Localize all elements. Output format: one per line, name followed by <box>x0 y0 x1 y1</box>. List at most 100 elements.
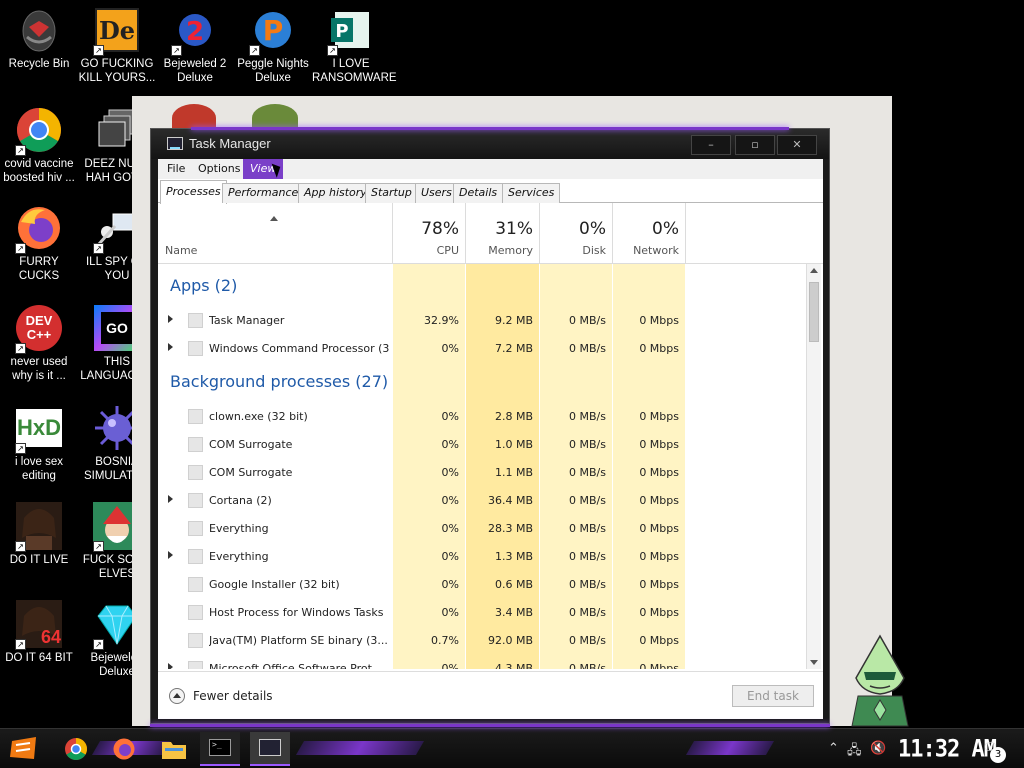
recycle-bin-icon <box>15 6 63 54</box>
column-header-disk[interactable]: 0% Disk <box>540 203 612 263</box>
desktop-icon-bejeweled-2[interactable]: 2 ↗ Bejeweled 2 Deluxe <box>156 6 234 85</box>
process-row[interactable]: Google Installer (32 bit) 0% 0.6 MB 0 MB/s 0… <box>158 570 806 598</box>
desktop-icon-hxd[interactable]: HxD ↗ i love sex editing <box>0 404 78 483</box>
process-row[interactable]: Java(TM) Platform SE binary (3... 0.7% 92.… <box>158 626 806 654</box>
desktop-icon-label: never used why is it ... <box>10 356 68 382</box>
process-row[interactable]: Task Manager 32.9% 9.2 MB 0 MB/s 0 Mbps <box>158 306 806 334</box>
taskbar-command-prompt[interactable]: >_ <box>200 732 240 766</box>
process-row[interactable]: Everything 0% 28.3 MB 0 MB/s 0 Mbps <box>158 514 806 542</box>
column-divider <box>685 203 686 263</box>
show-hidden-icons-icon[interactable]: ⌃ <box>828 741 839 756</box>
de-app-icon: De ↗ <box>93 6 141 56</box>
tab-services[interactable]: Services <box>502 183 561 203</box>
shortcut-arrow-icon: ↗ <box>93 541 104 552</box>
expand-arrow-icon[interactable] <box>168 343 173 351</box>
menu-options[interactable]: Options <box>191 159 247 179</box>
network-icon[interactable]: 🖧 <box>847 741 862 763</box>
svg-text:P: P <box>335 21 348 42</box>
process-row[interactable]: COM Surrogate 0% 1.1 MB 0 MB/s 0 Mbps <box>158 458 806 486</box>
scroll-up-icon[interactable] <box>810 268 818 273</box>
sort-ascending-icon <box>270 216 278 221</box>
process-net-value: 0 Mbps <box>639 494 679 507</box>
tab-details[interactable]: Details <box>453 183 504 203</box>
process-net-value: 0 Mbps <box>639 410 679 423</box>
desktop-icon-label: Recycle Bin <box>8 58 70 70</box>
desktop-icon-recycle-bin[interactable]: Recycle Bin <box>0 6 78 71</box>
footer-bar: Fewer details End task <box>158 671 823 719</box>
process-icon <box>188 549 203 564</box>
process-name: Microsoft Office Software Prot... <box>209 662 383 669</box>
shortcut-arrow-icon: ↗ <box>15 639 26 650</box>
expand-arrow-icon[interactable] <box>168 663 173 669</box>
collapse-icon[interactable] <box>169 688 185 704</box>
desktop-icon-label: GO FUCKING KILL YOURS... <box>78 58 156 84</box>
task-manager-window: Task Manager – ▫ ✕ File Options View Pro… <box>150 127 830 724</box>
expand-arrow-icon[interactable] <box>168 495 173 503</box>
scroll-thumb[interactable] <box>809 282 819 342</box>
vertical-scrollbar[interactable] <box>806 264 821 669</box>
cartoon-character-image <box>838 632 922 728</box>
process-row[interactable]: Cortana (2) 0% 36.4 MB 0 MB/s 0 Mbps <box>158 486 806 514</box>
taskbar-chrome-icon[interactable] <box>62 735 90 763</box>
desktop-icon-peggle-nights[interactable]: P ↗ Peggle Nights Deluxe <box>234 6 312 85</box>
desktop-icon-devcpp[interactable]: DEV C++ ↗ never used why is it ... <box>0 304 78 383</box>
desktop-icon-do-it-live[interactable]: ↗ DO IT LIVE <box>0 502 78 567</box>
taskbar-glow <box>150 724 830 727</box>
bejeweled-2-icon: 2 ↗ <box>171 6 219 56</box>
shortcut-arrow-icon: ↗ <box>15 343 26 354</box>
process-net-value: 0 Mbps <box>639 578 679 591</box>
desktop-icon-de[interactable]: De ↗ GO FUCKING KILL YOURS... <box>78 6 156 85</box>
fewer-details-link[interactable]: Fewer details <box>193 689 273 703</box>
process-row[interactable]: Host Process for Windows Tasks 0% 3.4 MB 0 … <box>158 598 806 626</box>
process-row[interactable]: Everything 0% 1.3 MB 0 MB/s 0 Mbps <box>158 542 806 570</box>
scroll-down-icon[interactable] <box>810 660 818 665</box>
command-prompt-icon: >_ <box>209 739 231 756</box>
portrait-64-icon: 64 ↗ <box>15 600 63 650</box>
end-task-button[interactable]: End task <box>732 685 814 707</box>
column-header-name[interactable]: Name <box>164 203 392 263</box>
tab-users[interactable]: Users <box>415 183 458 203</box>
process-icon <box>188 605 203 620</box>
taskbar-file-explorer-icon[interactable] <box>160 735 188 763</box>
process-row[interactable]: COM Surrogate 0% 1.0 MB 0 MB/s 0 Mbps <box>158 430 806 458</box>
desktop-icon-do-it-64[interactable]: 64 ↗ DO IT 64 BIT <box>0 600 78 665</box>
maximize-button[interactable]: ▫ <box>735 135 775 155</box>
column-header-memory[interactable]: 31% Memory <box>466 203 539 263</box>
desktop-icon-label: FURRY CUCKS <box>18 256 60 282</box>
tab-startup[interactable]: Startup <box>365 183 418 203</box>
memory-total: 31% <box>495 219 533 239</box>
volume-muted-icon[interactable]: 🔇 <box>870 741 886 756</box>
process-net-value: 0 Mbps <box>639 466 679 479</box>
shortcut-arrow-icon: ↗ <box>93 45 104 56</box>
start-button[interactable] <box>10 735 38 763</box>
desktop-icon-ransomware[interactable]: P ↗ I LOVE RANSOMWARE <box>312 6 397 85</box>
process-net-value: 0 Mbps <box>639 342 679 355</box>
taskbar-firefox-icon[interactable] <box>110 735 138 763</box>
process-icon <box>188 493 203 508</box>
column-header-network[interactable]: 0% Network <box>613 203 685 263</box>
desktop-icon-label: DO IT LIVE <box>9 554 69 566</box>
process-row[interactable]: Windows Command Processor (3) 0% 7.2 MB 0 M… <box>158 334 806 362</box>
close-button[interactable]: ✕ <box>777 135 817 155</box>
menu-file[interactable]: File <box>160 159 192 179</box>
expand-arrow-icon[interactable] <box>168 315 173 323</box>
tab-processes[interactable]: Processes <box>160 180 227 204</box>
process-name: Java(TM) Platform SE binary (3... <box>209 634 388 647</box>
network-total: 0% <box>652 219 679 239</box>
process-icon <box>188 661 203 669</box>
expand-arrow-icon[interactable] <box>168 551 173 559</box>
firefox-icon: ↗ <box>15 204 63 254</box>
process-row[interactable]: clown.exe (32 bit) 0% 2.8 MB 0 MB/s 0 Mbps <box>158 402 806 430</box>
tab-performance[interactable]: Performance <box>222 183 305 203</box>
shortcut-arrow-icon: ↗ <box>93 639 104 650</box>
process-icon <box>188 313 203 328</box>
process-row[interactable]: Microsoft Office Software Prot... 0% 4.3 M… <box>158 654 806 669</box>
minimize-button[interactable]: – <box>691 135 731 155</box>
desktop-icon-chrome[interactable]: ↗ covid vaccine boosted hiv ... <box>0 106 78 185</box>
column-header-cpu[interactable]: 78% CPU <box>393 203 465 263</box>
tab-app-history[interactable]: App history <box>298 183 373 203</box>
title-bar[interactable]: Task Manager – ▫ ✕ <box>151 127 829 159</box>
taskbar-task-manager[interactable] <box>250 732 290 766</box>
shortcut-arrow-icon: ↗ <box>15 145 26 156</box>
desktop-icon-firefox[interactable]: ↗ FURRY CUCKS <box>0 204 78 283</box>
